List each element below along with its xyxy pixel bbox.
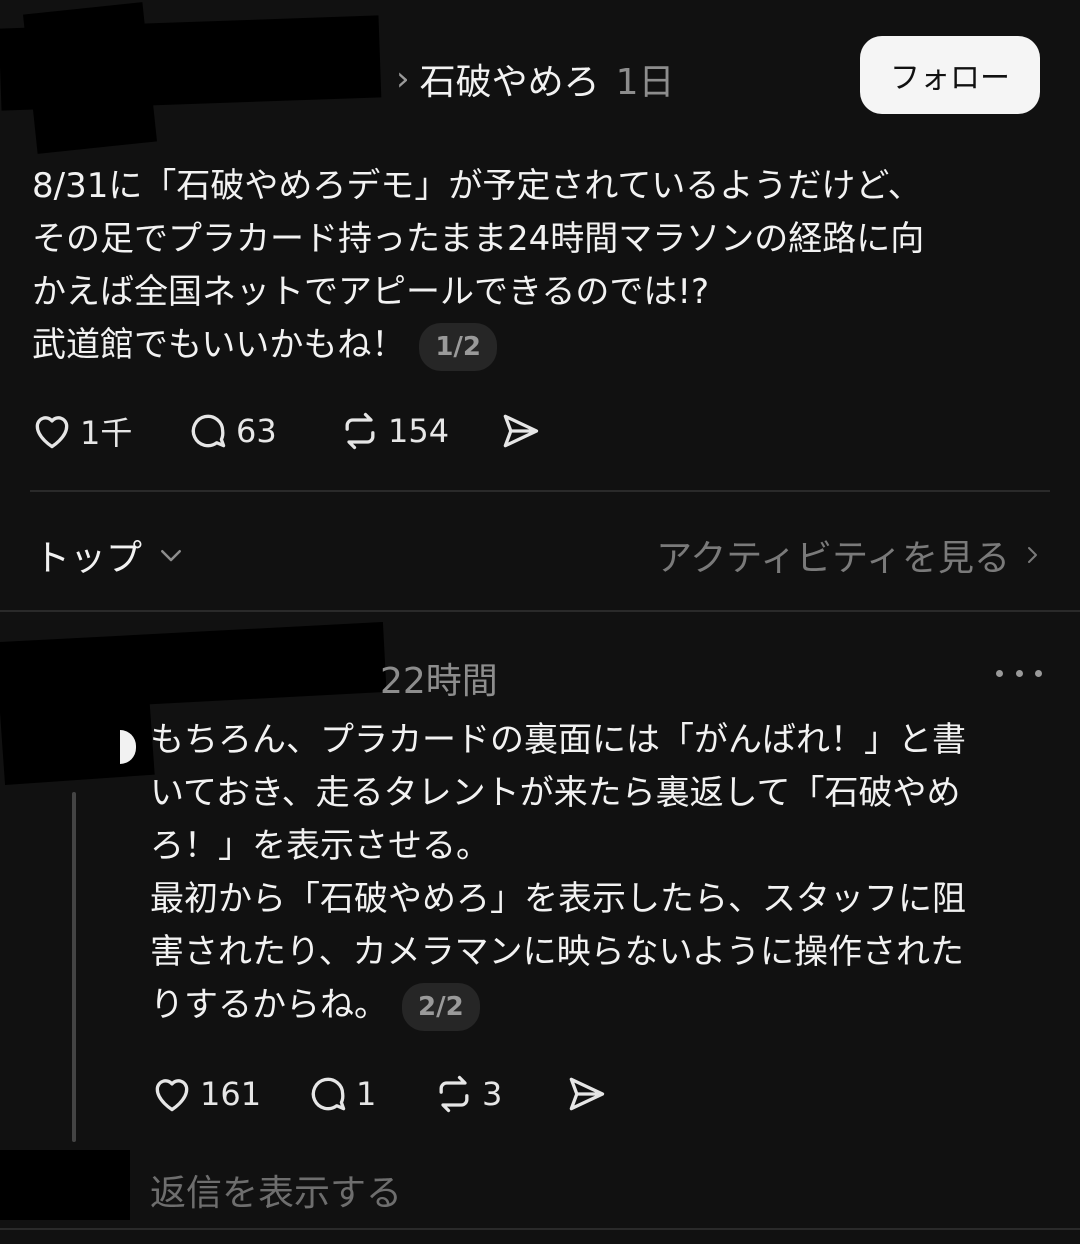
divider — [0, 1228, 1080, 1230]
reply-actions: 161 1 3 — [150, 1072, 608, 1116]
post-line-last: 武道館でもいいかもね！ 1/2 — [32, 319, 1052, 372]
reply-line-last: りするからね。 2/2 — [150, 979, 1050, 1032]
post-body: 8/31に「石破やめろデモ」が予定されているようだけど、 その足でプラカード持っ… — [32, 160, 1052, 372]
share-icon — [503, 414, 539, 448]
share-icon — [569, 1077, 605, 1111]
comment-count: 1 — [356, 1075, 377, 1113]
post-time: 1日 — [615, 62, 675, 103]
reply-line: もちろん、プラカードの裏面には「がんばれ！」と書 — [150, 720, 966, 760]
repost-icon — [345, 412, 375, 450]
post-actions: 1千 63 154 — [30, 408, 542, 454]
post-line: かえば全国ネットでアピールできるのでは!? — [32, 272, 709, 312]
page-indicator: 2/2 — [402, 982, 480, 1031]
redacted-reply-avatar — [0, 634, 155, 786]
chevron-down-icon — [161, 550, 182, 562]
view-activity-link[interactable]: アクティビティを見る — [656, 529, 1044, 581]
like-count: 161 — [200, 1075, 262, 1113]
comment-count: 63 — [236, 412, 277, 450]
reply-time: 22時間 — [380, 661, 498, 702]
thread-line — [72, 792, 76, 1142]
heart-icon — [155, 1079, 189, 1112]
repost-count: 3 — [482, 1075, 503, 1113]
sort-row: トップ アクティビティを見る — [34, 530, 1044, 580]
sort-label: トップ — [34, 538, 143, 579]
chevron-right-icon — [1028, 547, 1037, 563]
show-replies-button[interactable]: 返信を表示する — [150, 1164, 402, 1216]
reply-line: 害されたり、カメラマンに映らないように操作された — [150, 932, 964, 972]
reply-line: いておき、走るタレントが来たら裏返して「石破やめ — [150, 773, 961, 813]
post-line: その足でプラカード持ったまま24時間マラソンの経路に向 — [32, 219, 925, 259]
post-line: 8/31に「石破やめろデモ」が予定されているようだけど、 — [32, 166, 922, 206]
comment-button[interactable]: 63 — [186, 409, 338, 453]
heart-icon — [35, 416, 69, 449]
follow-button[interactable]: フォロー — [860, 36, 1040, 114]
divider — [30, 490, 1050, 492]
repost-button[interactable]: 3 — [432, 1072, 564, 1116]
comment-button[interactable]: 1 — [306, 1072, 432, 1116]
sort-dropdown[interactable]: トップ — [34, 529, 186, 581]
like-button[interactable]: 1千 — [30, 408, 186, 454]
post-line: 武道館でもいいかもね！ — [32, 325, 406, 365]
page-indicator: 1/2 — [419, 322, 498, 371]
topic-tag[interactable]: 石破やめろ — [420, 53, 600, 105]
like-button[interactable]: 161 — [150, 1072, 306, 1116]
reply-line: 最初から「石破やめろ」を表示したら、スタッフに阻 — [150, 879, 966, 919]
redacted-avatar — [23, 2, 157, 154]
post-header: › 石破やめろ 1日 — [396, 52, 675, 106]
reply-body: もちろん、プラカードの裏面には「がんばれ！」と書 いておき、走るタレントが来たら… — [150, 714, 1050, 1032]
activity-label: アクティビティを見る — [656, 538, 1010, 579]
comment-icon — [311, 1077, 346, 1111]
comment-icon — [191, 414, 226, 448]
like-count: 1千 — [80, 414, 133, 452]
redacted-bottom — [0, 1150, 130, 1220]
more-icon[interactable] — [996, 660, 1042, 686]
divider — [0, 610, 1080, 612]
repost-count: 154 — [388, 412, 450, 450]
reply-line: りするからね。 — [150, 985, 388, 1025]
repost-icon — [439, 1075, 469, 1113]
share-button[interactable] — [498, 409, 542, 453]
share-button[interactable] — [564, 1072, 608, 1116]
repost-button[interactable]: 154 — [338, 409, 498, 453]
chevron-right-icon: › — [396, 59, 410, 99]
reply-line: ろ！」を表示させる。 — [150, 826, 490, 866]
